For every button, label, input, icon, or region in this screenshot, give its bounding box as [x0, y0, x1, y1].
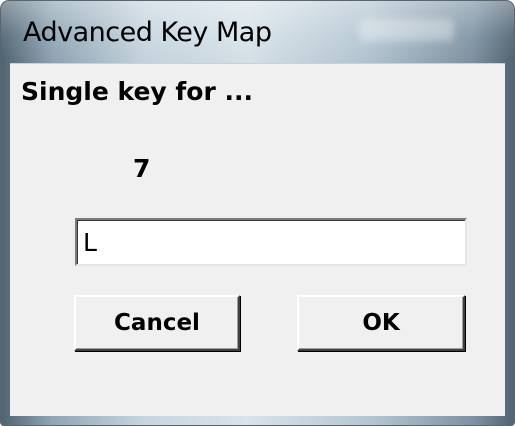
dialog-window: Advanced Key Map Single key for ... 7 Ca… — [0, 0, 515, 426]
ok-button[interactable]: OK — [297, 295, 465, 351]
title-bar-glow — [359, 19, 454, 41]
key-mapping-input[interactable] — [75, 218, 467, 266]
key-label: 7 — [133, 154, 151, 183]
dialog-body: Single key for ... 7 Cancel OK — [10, 63, 505, 416]
dialog-heading: Single key for ... — [21, 77, 253, 106]
cancel-button[interactable]: Cancel — [74, 295, 240, 351]
title-bar[interactable]: Advanced Key Map — [1, 1, 514, 63]
window-title: Advanced Key Map — [23, 17, 272, 48]
